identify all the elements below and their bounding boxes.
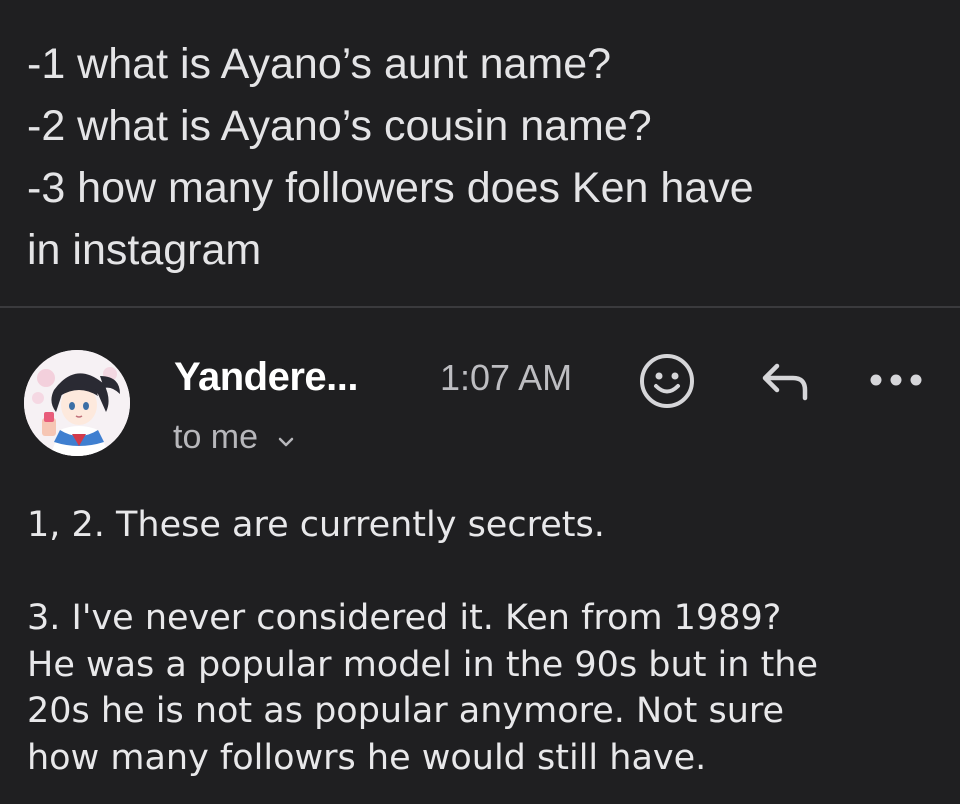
recipient-label: to me [173, 418, 259, 456]
reply-arrow-icon [762, 363, 808, 401]
message-divider [0, 306, 960, 308]
body-line: He was a popular model in the 90s but in… [27, 644, 819, 685]
chevron-down-icon [278, 417, 294, 456]
recipient-toggle[interactable]: to me [173, 418, 294, 457]
quoted-line: -2 what is Ayano’s cousin name? [27, 102, 652, 150]
body-line: how many followrs he would still have. [27, 737, 707, 778]
smiley-face-icon [640, 354, 694, 408]
quoted-line: in instagram [27, 226, 262, 274]
message-time: 1:07 AM [440, 357, 573, 398]
emoji-reaction-button[interactable] [638, 352, 696, 410]
more-dots-icon [870, 374, 922, 386]
quoted-line: -3 how many followers does Ken have [27, 164, 754, 212]
message-body: 1, 2. These are currently secrets. 3. I'… [27, 502, 937, 781]
more-options-button[interactable] [864, 360, 928, 400]
quoted-line: -1 what is Ayano’s aunt name? [27, 40, 612, 88]
body-paragraph: 1, 2. These are currently secrets. [27, 505, 605, 545]
body-line: 20s he is not as popular anymore. Not su… [27, 691, 785, 731]
quoted-message: -1 what is Ayano’s aunt name? -2 what is… [27, 33, 937, 281]
avatar[interactable] [24, 350, 130, 456]
avatar-image [24, 350, 130, 456]
reply-button[interactable] [756, 357, 814, 405]
body-line: 3. I've never considered it. Ken from 19… [27, 598, 782, 638]
sender-name[interactable]: Yandere... [174, 355, 358, 400]
